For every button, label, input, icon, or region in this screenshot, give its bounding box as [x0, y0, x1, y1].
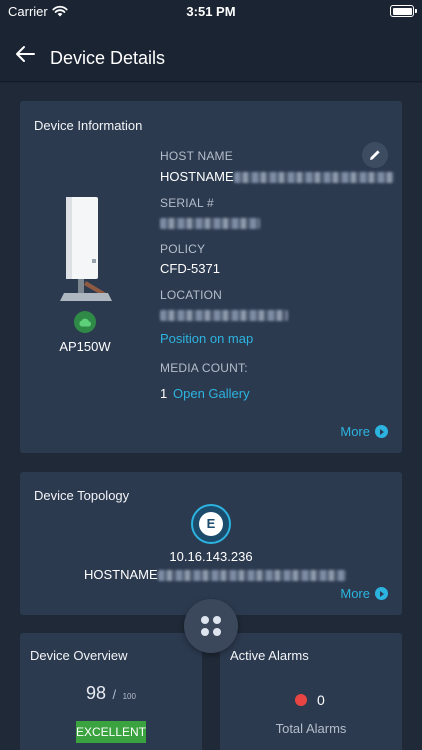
alarm-indicator-icon — [295, 693, 307, 706]
more-button[interactable]: More — [340, 424, 388, 439]
topology-hostname: HOSTNAME — [84, 567, 346, 582]
topology-ip: 10.16.143.236 — [169, 549, 253, 564]
serial-value-redacted — [160, 215, 260, 230]
card-title: Device Overview — [30, 648, 128, 663]
policy-label: POLICY — [160, 242, 206, 256]
app-header: Device Details — [0, 24, 422, 82]
cloud-status-icon — [74, 311, 96, 333]
arrow-right-icon — [375, 587, 388, 600]
host-name-label: HOST NAME — [160, 149, 233, 163]
media-count-value: 1 — [160, 386, 168, 401]
media-count-label: MEDIA COUNT: — [160, 361, 248, 375]
arrow-right-icon — [375, 425, 388, 438]
device-overview-card: Device Overview 98 / 100 EXCELLENT — [20, 633, 202, 750]
card-title: Device Information — [34, 118, 143, 133]
health-status-badge: EXCELLENT — [76, 721, 146, 743]
host-name-value: HOSTNAME — [160, 169, 394, 184]
menu-grid-button[interactable] — [184, 599, 238, 653]
battery-icon — [390, 5, 417, 17]
policy-value: CFD-5371 — [160, 261, 220, 276]
page-title: Device Details — [50, 48, 166, 68]
edit-button[interactable] — [362, 142, 388, 168]
position-on-map-link[interactable]: Position on map — [160, 331, 253, 346]
more-button[interactable]: More — [340, 586, 388, 601]
active-alarms-card: Active Alarms 0 Total Alarms — [220, 633, 402, 750]
status-bar: Carrier 3:51 PM — [0, 0, 422, 24]
alarm-count: 0 — [317, 691, 325, 708]
back-arrow-icon[interactable] — [14, 44, 36, 64]
location-label: LOCATION — [160, 288, 223, 302]
device-information-card: Device Information AP150W HOST NAME HOST… — [20, 101, 402, 453]
extreme-logo-icon: E — [206, 516, 216, 531]
device-model: AP150W — [59, 339, 111, 354]
alarm-count-row: 0 — [295, 691, 325, 709]
location-value-redacted — [160, 307, 288, 322]
clock: 3:51 PM — [186, 4, 236, 19]
network-device-icon[interactable]: E — [191, 504, 231, 544]
card-title: Active Alarms — [230, 648, 309, 663]
health-score: 98 / 100 — [20, 683, 202, 704]
score-value: 98 — [86, 683, 107, 703]
card-title: Device Topology — [34, 488, 130, 503]
score-separator: / — [112, 687, 117, 702]
device-topology-card: Device Topology E 10.16.143.236 HOSTNAME… — [20, 472, 402, 615]
open-gallery-link[interactable]: Open Gallery — [173, 386, 250, 401]
pencil-icon — [370, 150, 380, 160]
serial-label: SERIAL # — [160, 196, 214, 210]
score-max: 100 — [122, 692, 136, 701]
access-point-image — [60, 197, 112, 301]
total-alarms-label: Total Alarms — [275, 721, 347, 736]
